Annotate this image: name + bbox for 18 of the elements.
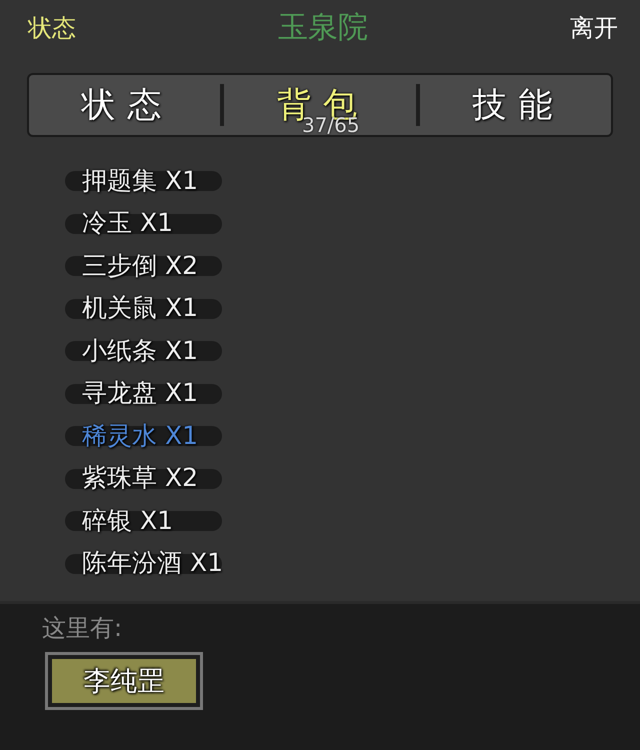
tab[interactable]: 背包 37/65 (224, 75, 416, 135)
location-title: 玉泉院 (278, 9, 368, 47)
inventory-item[interactable]: 小纸条 X1 (82, 334, 198, 367)
inventory-item[interactable]: 陈年汾酒 X1 (82, 546, 223, 580)
leave-button[interactable]: 离开 (570, 12, 618, 44)
inventory-item[interactable]: 碎银 X1 (82, 504, 173, 537)
inventory-item[interactable]: 押题集 X1 (82, 164, 198, 197)
inventory-item[interactable]: 稀灵水 X1 (82, 418, 198, 452)
tab[interactable]: 状态 (29, 75, 220, 135)
inventory-item[interactable]: 寻龙盘 X1 (82, 376, 198, 410)
inventory-item[interactable]: 三步倒 X2 (82, 248, 198, 282)
inventory-item[interactable]: 冷玉 X1 (82, 206, 173, 240)
npc-button[interactable]: 李纯罡 (45, 652, 203, 710)
here-label: 这里有: (42, 613, 124, 644)
status-label: 状态 (28, 12, 76, 44)
tab[interactable]: 技能 (420, 75, 611, 135)
inventory-item[interactable]: 机关鼠 X1 (82, 291, 198, 324)
inventory-item[interactable]: 紫珠草 X2 (82, 461, 198, 494)
